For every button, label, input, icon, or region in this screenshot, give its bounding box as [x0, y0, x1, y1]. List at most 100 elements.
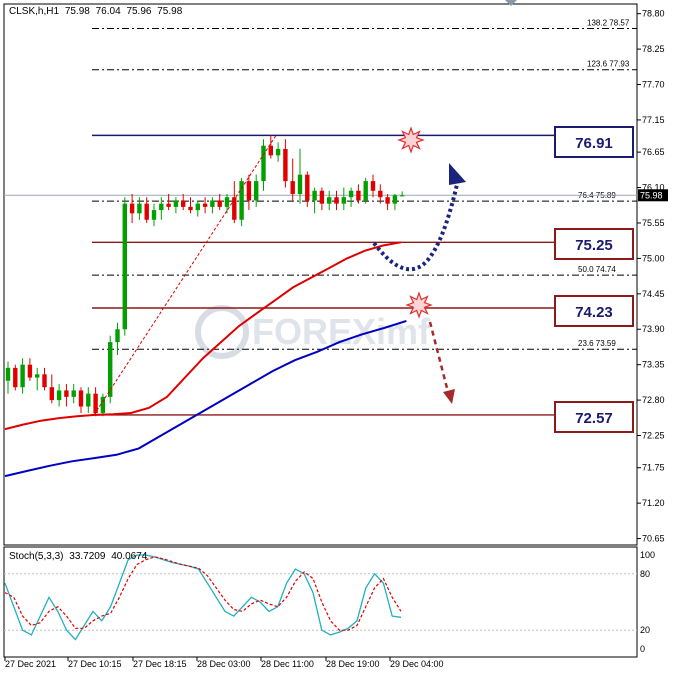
candle-bear: [334, 197, 339, 204]
candle-bull: [137, 203, 142, 214]
candle-bear: [27, 364, 33, 378]
candle-bull: [348, 190, 354, 198]
stoch-main-value: 33.7209: [69, 551, 106, 562]
candle-bear: [78, 390, 84, 407]
candle-bull: [100, 396, 106, 413]
stoch-axis-label: 0: [640, 644, 645, 654]
candle-bear: [144, 203, 149, 220]
candle-bull: [224, 197, 230, 207]
key-level-label: 75.25: [575, 237, 613, 254]
bullish-arrowhead-icon: [449, 163, 466, 185]
x-axis-tick-label: 28 Dec 19:00: [326, 659, 380, 669]
y-axis-tick-label: 75.55: [642, 218, 665, 228]
candle-bull: [108, 342, 113, 397]
candle-bull: [239, 181, 244, 220]
fib-level-label: 138.2 78.57: [587, 18, 630, 27]
candle-bull: [363, 181, 368, 201]
x-axis-tick-label: 28 Dec 03:00: [197, 659, 251, 669]
candle-bear: [290, 181, 295, 194]
candle-bear: [13, 367, 18, 388]
candle-bull: [392, 195, 398, 204]
candle-bull: [35, 374, 40, 378]
x-axis-tick-label: 27 Dec 10:15: [68, 659, 122, 669]
candle-bull: [400, 195, 405, 197]
candle-bull: [5, 367, 11, 381]
candle-bull: [122, 203, 127, 330]
candle-bull: [327, 197, 332, 204]
candle-bear: [64, 390, 69, 397]
price-panel-frame: [3, 3, 638, 546]
y-axis-tick-label: 77.70: [642, 80, 665, 90]
symbol-name: CLSK,h,H1: [9, 6, 60, 17]
candle-bull: [86, 393, 91, 407]
y-axis-tick-label: 73.90: [642, 324, 665, 334]
bullish-scenario-arrow: [372, 179, 460, 272]
breakdown-burst-icon: [405, 291, 433, 319]
stoch-axis-label: 20: [640, 625, 650, 635]
candle-bull: [195, 203, 200, 211]
ohlc-close: 75.98: [157, 6, 183, 17]
stoch-header: Stoch(5,3,3) 33.7209 40.0674: [9, 551, 150, 562]
candle-bull: [275, 148, 281, 156]
candle-bull: [56, 390, 62, 401]
fib-level-label: 23.6 73.59: [578, 339, 616, 348]
key-level-label: 74.23: [575, 304, 613, 321]
ohlc-open: 75.98: [64, 6, 90, 17]
candle-bear: [268, 145, 273, 156]
y-axis-tick-label: 70.65: [642, 534, 665, 544]
candle-bull: [297, 174, 303, 194]
candle-bear: [166, 203, 171, 207]
candle-bear: [188, 206, 193, 211]
candle-bear: [385, 197, 390, 204]
key-level-label: 72.57: [575, 410, 613, 427]
candle-bear: [49, 387, 54, 401]
candle-bear: [42, 374, 47, 388]
bearish-scenario-arrow: [428, 321, 450, 393]
candle-bull: [261, 145, 266, 182]
candle-bear: [217, 200, 222, 207]
candle-bull: [254, 181, 259, 201]
ohlc-low: 75.96: [126, 6, 152, 17]
stoch-axis-label: 100: [640, 550, 655, 560]
y-axis-tick-label: 77.15: [642, 115, 665, 125]
candle-bear: [232, 197, 237, 220]
bearish-arrowhead-icon: [443, 389, 455, 404]
candle-bull: [20, 364, 25, 388]
y-axis-tick-label: 72.25: [642, 431, 665, 441]
stoch-signal-value: 40.0674: [111, 551, 148, 562]
y-axis-tick-label: 71.20: [642, 498, 665, 508]
x-axis-tick-label: 27 Dec 2021: [5, 659, 56, 669]
fib-level-label: 50.0 74.74: [578, 265, 616, 274]
y-axis-tick-label: 78.25: [642, 44, 665, 54]
candle-bull: [312, 190, 317, 201]
price-chart: FOREXimf78.8078.2577.7077.1576.6576.1075…: [3, 0, 668, 669]
candle-bull: [210, 200, 215, 207]
candle-bear: [356, 190, 361, 201]
candle-bear: [246, 181, 252, 201]
candle-bear: [202, 203, 208, 207]
candle-bull: [115, 329, 120, 343]
candle-bull: [341, 197, 346, 204]
breakout-burst-icon: [397, 126, 425, 154]
stoch-name: Stoch(5,3,3): [9, 551, 64, 562]
y-axis-tick-label: 71.75: [642, 463, 665, 473]
candle-bull: [159, 203, 164, 211]
candle-bear: [370, 181, 376, 191]
x-axis-tick-label: 28 Dec 11:00: [261, 659, 314, 669]
candle-bear: [283, 148, 288, 182]
x-axis-tick-label: 29 Dec 04:00: [390, 659, 444, 669]
stoch-panel-frame: [3, 546, 638, 658]
candle-bull: [173, 200, 179, 207]
y-axis-tick-label: 73.35: [642, 360, 665, 370]
watermark-logo-text: FOREXimf: [252, 311, 431, 352]
stoch-signal-line: [4, 556, 402, 631]
candle-bear: [129, 203, 135, 214]
candle-bear: [378, 190, 383, 198]
stoch-axis-label: 80: [640, 569, 650, 579]
candle-bear: [305, 174, 310, 201]
y-axis-tick-label: 74.45: [642, 289, 665, 299]
key-level-label: 76.91: [575, 135, 613, 152]
symbol-header: CLSK,h,H1 75.98 76.04 75.96 75.98: [9, 6, 185, 17]
current-price-label: 75.98: [640, 190, 663, 200]
candle-bull: [151, 210, 157, 220]
